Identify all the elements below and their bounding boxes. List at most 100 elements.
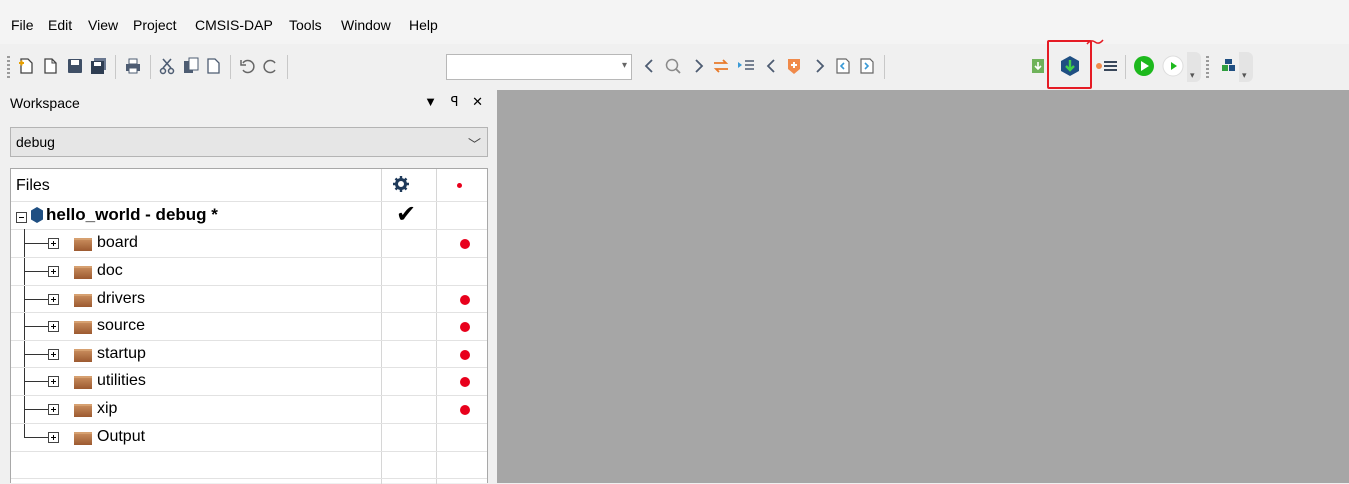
tree-group-row[interactable]: utilities [11, 368, 487, 395]
menu-view[interactable]: View [88, 17, 118, 33]
tree-line [24, 381, 48, 382]
toolbar-separator [884, 55, 885, 79]
expand-icon[interactable] [48, 266, 59, 277]
configuration-value: debug [16, 134, 55, 150]
replace-icon[interactable] [712, 57, 730, 75]
toolbar-grip[interactable] [1206, 56, 1209, 78]
tree-group-row[interactable]: board [11, 230, 487, 257]
expand-icon[interactable] [48, 321, 59, 332]
expand-icon[interactable] [48, 376, 59, 387]
find-next-icon[interactable] [689, 57, 707, 75]
navigate-back-icon[interactable] [834, 57, 852, 75]
find-previous-icon[interactable] [641, 57, 659, 75]
configuration-select[interactable]: debug ﹀ [10, 127, 488, 157]
redo-icon[interactable] [262, 57, 280, 75]
toolbar-overflow-button[interactable]: ▾ [1239, 52, 1253, 82]
open-file-icon[interactable] [41, 57, 59, 75]
menu-tools[interactable]: Tools [289, 17, 322, 33]
menu-cmsis-dap[interactable]: CMSIS-DAP [195, 17, 273, 33]
run-icon[interactable] [1162, 55, 1184, 77]
tree-group-row[interactable]: source [11, 313, 487, 340]
undo-icon[interactable] [238, 57, 256, 75]
bookmark-prev-icon[interactable] [763, 57, 781, 75]
overflow-icon: ▾ [1190, 70, 1195, 80]
chevron-down-icon[interactable]: ▾ [622, 60, 627, 71]
go-to-icon[interactable] [737, 57, 755, 75]
red-dot-icon [460, 350, 470, 360]
print-icon[interactable] [124, 57, 142, 75]
editor-area[interactable] [497, 90, 1349, 483]
red-dot-icon [460, 377, 470, 387]
menu-project[interactable]: Project [133, 17, 177, 33]
cut-icon[interactable] [158, 57, 176, 75]
red-dot-icon [460, 405, 470, 415]
toolbar: ▾ ▾ ▾ [0, 44, 1349, 90]
folder-icon [74, 294, 92, 307]
workspace-panel: debug ﹀ Files hello_world - debug * ✔ bo… [0, 116, 497, 484]
make-icon[interactable] [1029, 57, 1047, 75]
project-connection-icon[interactable] [1220, 57, 1238, 75]
navigate-forward-icon[interactable] [858, 57, 876, 75]
folder-icon [74, 432, 92, 445]
find-icon[interactable] [664, 57, 682, 75]
expand-icon[interactable] [48, 294, 59, 305]
expand-icon[interactable] [48, 404, 59, 415]
find-combo[interactable]: ▾ [446, 54, 632, 80]
toolbar-separator [115, 55, 116, 79]
workspace-window-buttons[interactable]: ▼ ꟼ ✕ [424, 94, 488, 110]
menu-help[interactable]: Help [409, 17, 438, 33]
project-row[interactable]: hello_world - debug * ✔ [11, 201, 487, 229]
folder-icon [74, 238, 92, 251]
bookmark-next-icon[interactable] [810, 57, 828, 75]
group-label: doc [97, 262, 123, 279]
group-label: xip [97, 400, 118, 417]
tree-line [24, 409, 48, 410]
group-label: startup [97, 345, 146, 362]
tree-line [24, 299, 48, 300]
menu-edit[interactable]: Edit [48, 17, 72, 33]
toolbar-separator [287, 55, 288, 79]
toolbar-overflow-button[interactable]: ▾ [1187, 52, 1201, 82]
group-label: board [97, 234, 138, 251]
tree-group-row[interactable]: drivers [11, 286, 487, 313]
file-tree: Files hello_world - debug * ✔ board doc … [10, 168, 488, 484]
folder-icon [74, 266, 92, 279]
menu-file[interactable]: File [11, 17, 34, 33]
row-divider [11, 451, 487, 452]
workspace-header: Workspace ▼ ꟼ ✕ [0, 90, 496, 116]
tree-group-row[interactable]: xip [11, 396, 487, 423]
red-dot-icon[interactable] [457, 183, 462, 188]
save-icon[interactable] [66, 57, 84, 75]
toggle-bookmark-icon[interactable] [785, 57, 803, 75]
breakpoint-icon[interactable] [1095, 57, 1119, 75]
red-dot-icon [460, 295, 470, 305]
paste-icon[interactable] [204, 57, 222, 75]
row-divider [11, 478, 487, 479]
save-all-icon[interactable] [90, 57, 108, 75]
gear-icon[interactable] [392, 175, 410, 193]
expand-icon[interactable] [48, 238, 59, 249]
tree-group-row[interactable]: doc [11, 258, 487, 285]
group-label: Output [97, 428, 146, 445]
folder-icon [74, 404, 92, 417]
new-file-icon[interactable] [17, 57, 35, 75]
project-icon [31, 207, 43, 223]
tree-line [24, 243, 48, 244]
tree-group-row[interactable]: Output [11, 424, 487, 451]
debug-icon[interactable] [1133, 55, 1155, 77]
folder-icon [74, 321, 92, 334]
expand-icon[interactable] [48, 432, 59, 443]
tree-group-row[interactable]: startup [11, 341, 487, 368]
menu-window[interactable]: Window [341, 17, 391, 33]
tree-line [24, 326, 48, 327]
collapse-icon[interactable] [16, 212, 27, 223]
tree-line [24, 271, 48, 272]
expand-icon[interactable] [48, 349, 59, 360]
files-column-header[interactable]: Files [16, 177, 50, 195]
chevron-down-icon[interactable]: ﹀ [468, 134, 481, 153]
highlight-box [1047, 40, 1092, 89]
copy-icon[interactable] [182, 57, 200, 75]
red-dot-icon [460, 239, 470, 249]
toolbar-grip[interactable] [7, 56, 10, 78]
tree-line [24, 437, 48, 438]
